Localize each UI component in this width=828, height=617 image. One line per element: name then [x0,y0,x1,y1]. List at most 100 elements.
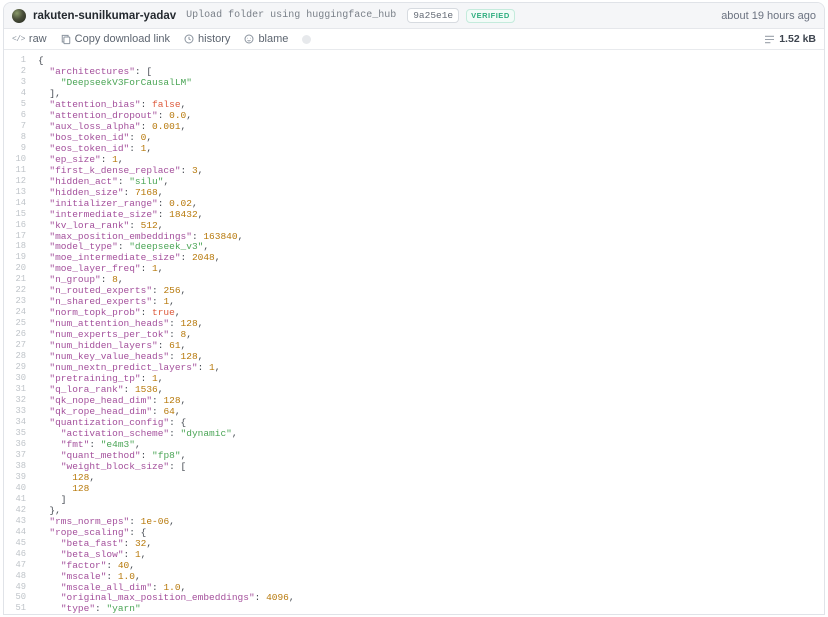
code-line-content: 128, [38,472,95,483]
line-number[interactable]: 15 [4,209,26,220]
line-number[interactable]: 47 [4,560,26,571]
commit-bar: rakuten-sunilkumar-yadav Upload folder u… [4,3,824,29]
code-line: 50 "original_max_position_embeddings": 4… [4,592,824,603]
line-number[interactable]: 42 [4,505,26,516]
code-line: 30 "pretraining_tp": 1, [4,373,824,384]
code-line: 5 "attention_bias": false, [4,99,824,110]
code-line: 40 128 [4,483,824,494]
line-number[interactable]: 30 [4,373,26,384]
code-line-content: "max_position_embeddings": 163840, [38,231,243,242]
code-line: 19 "moe_intermediate_size": 2048, [4,252,824,263]
line-number[interactable]: 17 [4,231,26,242]
code-line: 2 "architectures": [ [4,66,824,77]
line-number[interactable]: 8 [4,132,26,143]
blame-button[interactable]: blame [244,33,288,45]
commit-message[interactable]: Upload folder using huggingface_hub [186,10,396,21]
line-number[interactable]: 5 [4,99,26,110]
line-number[interactable]: 28 [4,351,26,362]
file-viewer: rakuten-sunilkumar-yadav Upload folder u… [3,2,825,615]
line-number[interactable]: 22 [4,285,26,296]
code-line: 16 "kv_lora_rank": 512, [4,220,824,231]
code-line: 38 "weight_block_size": [ [4,461,824,472]
line-number[interactable]: 20 [4,263,26,274]
line-number[interactable]: 45 [4,538,26,549]
history-button-label: history [198,33,230,45]
line-number[interactable]: 13 [4,187,26,198]
line-number[interactable]: 4 [4,88,26,99]
code-line: 31 "q_lora_rank": 1536, [4,384,824,395]
line-number[interactable]: 16 [4,220,26,231]
line-number[interactable]: 32 [4,395,26,406]
line-number[interactable]: 25 [4,318,26,329]
line-number[interactable]: 3 [4,77,26,88]
line-number[interactable]: 44 [4,527,26,538]
line-number[interactable]: 35 [4,428,26,439]
line-number[interactable]: 41 [4,494,26,505]
file-size-label: 1.52 kB [779,33,816,45]
commit-author[interactable]: rakuten-sunilkumar-yadav [33,10,176,22]
line-number[interactable]: 31 [4,384,26,395]
line-number[interactable]: 10 [4,154,26,165]
code-line: 3 "DeepseekV3ForCausalLM" [4,77,824,88]
code-line: 26 "num_experts_per_tok": 8, [4,329,824,340]
code-line-content: 128 [38,483,89,494]
code-line-content: "attention_dropout": 0.0, [38,110,192,121]
line-number[interactable]: 14 [4,198,26,209]
line-number[interactable]: 29 [4,362,26,373]
author-avatar[interactable] [12,9,26,23]
code-line-content: "weight_block_size": [ [38,461,186,472]
code-line: 41 ] [4,494,824,505]
line-number[interactable]: 38 [4,461,26,472]
line-number[interactable]: 27 [4,340,26,351]
line-number[interactable]: 9 [4,143,26,154]
code-line-content: "q_lora_rank": 1536, [38,384,163,395]
line-number[interactable]: 6 [4,110,26,121]
code-line: 37 "quant_method": "fp8", [4,450,824,461]
code-line: 27 "num_hidden_layers": 61, [4,340,824,351]
code-line: 33 "qk_rope_head_dim": 64, [4,406,824,417]
line-number[interactable]: 19 [4,252,26,263]
line-number[interactable]: 7 [4,121,26,132]
line-number[interactable]: 26 [4,329,26,340]
security-scan-icon[interactable] [302,35,311,44]
line-number[interactable]: 51 [4,603,26,614]
code-line-content: "bos_token_id": 0, [38,132,152,143]
line-number[interactable]: 36 [4,439,26,450]
code-line: 13 "hidden_size": 7168, [4,187,824,198]
line-number[interactable]: 39 [4,472,26,483]
commit-hash[interactable]: 9a25e1e [407,8,459,23]
code-line-content: "moe_layer_freq": 1, [38,263,163,274]
history-button[interactable]: history [184,33,230,45]
copy-download-link-button[interactable]: Copy download link [61,33,170,45]
code-line-content: "model_type": "deepseek_v3", [38,241,209,252]
line-number[interactable]: 2 [4,66,26,77]
line-number[interactable]: 23 [4,296,26,307]
line-number[interactable]: 50 [4,592,26,603]
code-line: 44 "rope_scaling": { [4,527,824,538]
raw-button[interactable]: </> raw [12,33,47,45]
line-number[interactable]: 49 [4,582,26,593]
code-line-content: "quant_method": "fp8", [38,450,186,461]
code-line: 48 "mscale": 1.0, [4,571,824,582]
code-line-content: "hidden_act": "silu", [38,176,169,187]
code-line: 9 "eos_token_id": 1, [4,143,824,154]
line-number[interactable]: 46 [4,549,26,560]
line-number[interactable]: 37 [4,450,26,461]
code-line-content: "factor": 40, [38,560,135,571]
line-number[interactable]: 21 [4,274,26,285]
line-number[interactable]: 33 [4,406,26,417]
line-number[interactable]: 12 [4,176,26,187]
line-number[interactable]: 11 [4,165,26,176]
code-line: 22 "n_routed_experts": 256, [4,285,824,296]
line-number[interactable]: 43 [4,516,26,527]
code-line: 47 "factor": 40, [4,560,824,571]
line-number[interactable]: 24 [4,307,26,318]
line-number[interactable]: 34 [4,417,26,428]
line-number[interactable]: 1 [4,55,26,66]
verified-badge[interactable]: VERIFIED [466,9,515,23]
line-number[interactable]: 40 [4,483,26,494]
line-number[interactable]: 18 [4,241,26,252]
code-line-content: "num_hidden_layers": 61, [38,340,186,351]
code-line-content: "num_experts_per_tok": 8, [38,329,192,340]
line-number[interactable]: 48 [4,571,26,582]
